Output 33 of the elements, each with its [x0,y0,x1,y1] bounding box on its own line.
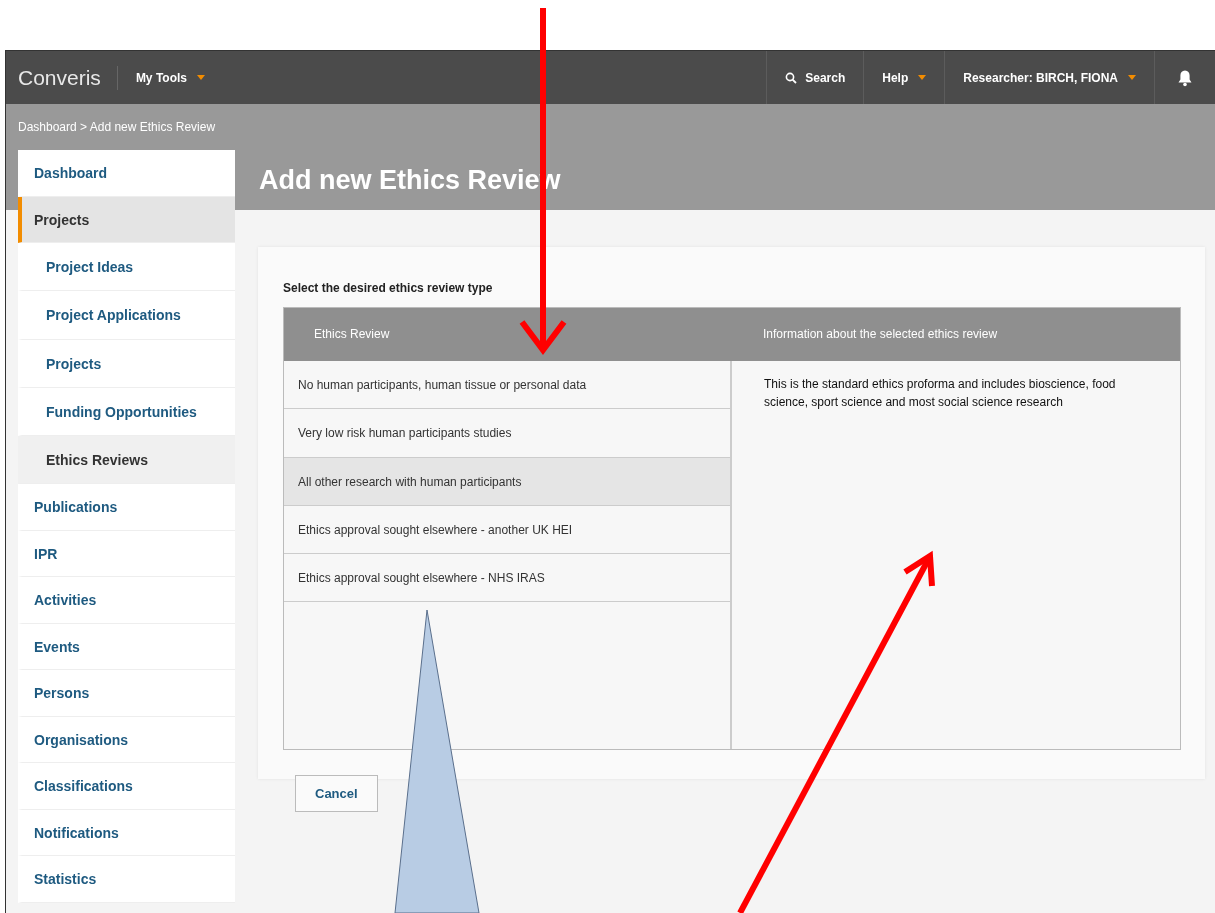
review-type-option[interactable]: Ethics approval sought elsewhere - another UK HEI [284,505,730,555]
sidebar-subitem[interactable]: Project Ideas [18,243,235,292]
review-type-option[interactable]: No human participants, human tissue or personal data [284,361,730,410]
app-logo: Converis [6,65,118,90]
sidebar-subitem[interactable]: Ethics Reviews [18,436,235,485]
column-header: Information about the selected ethics review [732,308,1180,361]
caret-icon [918,75,927,80]
sidebar-item[interactable]: Notifications [18,810,235,857]
sidebar-item[interactable]: Events [18,624,235,671]
sidebar-item[interactable]: Projects [18,196,235,243]
sidebar-item[interactable]: Dashboard [18,150,235,197]
column-header: Ethics Review [284,308,732,361]
info-text: This is the standard ethics proforma and includes bioscience, food science, sport science and most social science research [764,376,1117,411]
sidebar-item[interactable]: Classifications [18,763,235,810]
my-tools-menu[interactable]: My Tools [117,51,223,104]
sidebar-item[interactable]: Activities [18,577,235,624]
sidebar-item[interactable]: Statistics [18,856,235,903]
sidebar-item[interactable]: IPR [18,531,235,578]
caret-icon [197,75,205,80]
bell-icon [1177,68,1193,87]
sidebar-subitem[interactable]: Projects [18,339,235,388]
caret-icon [1128,75,1136,80]
sidebar-item[interactable]: Organisations [18,717,235,764]
search-icon [785,71,798,84]
review-type-option[interactable]: Ethics approval sought elsewhere - NHS IRAS [284,554,730,603]
sidebar-subitem[interactable]: Project Applications [18,291,235,340]
review-type-option[interactable]: Very low risk human participants studies [284,409,730,458]
sidebar-item[interactable]: Publications [18,484,235,531]
breadcrumb: Dashboard > Add new Ethics Review [18,120,216,134]
form-prompt: Select the desired ethics review type [283,281,494,295]
sidebar-item[interactable]: Persons [18,670,235,717]
cancel-button[interactable]: Cancel [295,775,378,812]
review-type-option[interactable]: All other research with human participants [284,457,730,506]
